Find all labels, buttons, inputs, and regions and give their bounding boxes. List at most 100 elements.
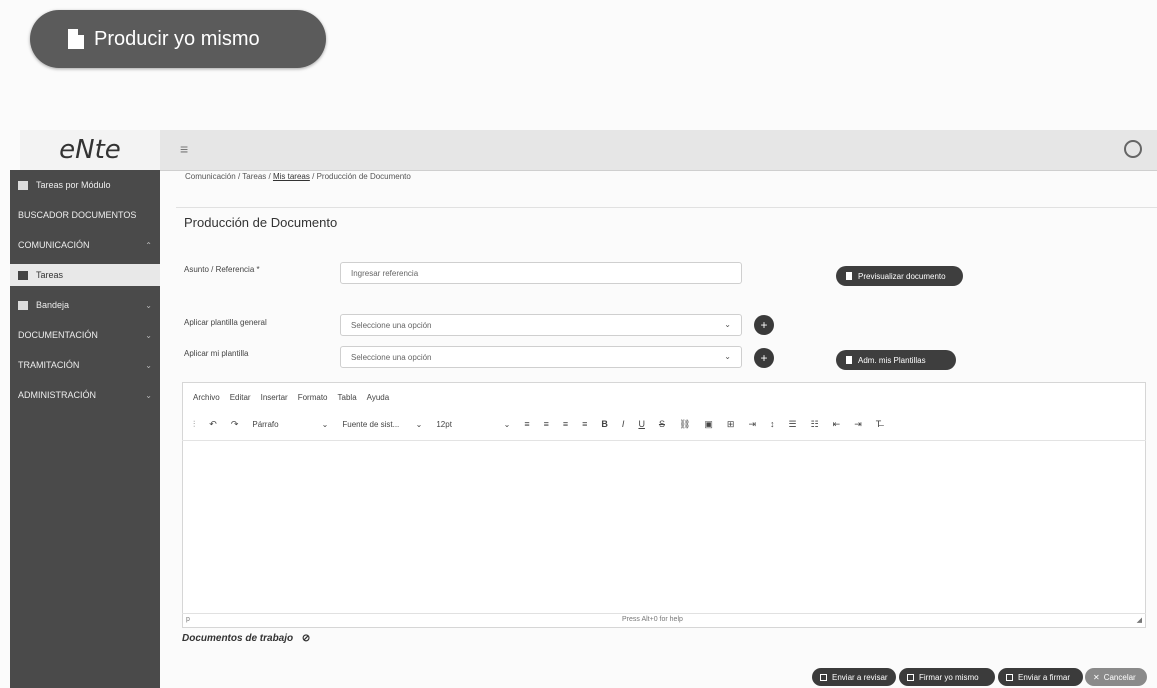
top-bar	[160, 130, 1157, 171]
breadcrumb-item[interactable]: Tareas	[242, 172, 266, 181]
share-icon	[1006, 673, 1013, 681]
divider	[176, 207, 1157, 208]
bullet-list-icon[interactable]: ☰	[789, 419, 797, 430]
preview-document-label: Previsualizar documento	[858, 271, 946, 281]
block-format-select[interactable]: Párrafo ⌄	[252, 420, 328, 429]
my-template-value: Seleccione una opción	[351, 353, 432, 362]
chevron-down-icon: ⌄	[145, 390, 152, 400]
menu-ayuda[interactable]: Ayuda	[367, 393, 390, 402]
page-title: Producción de Documento	[184, 215, 338, 230]
cancel-label: Cancelar	[1103, 672, 1136, 682]
chevron-down-icon: ⌄	[724, 352, 731, 361]
list-icon	[18, 180, 28, 190]
menu-archivo[interactable]: Archivo	[193, 393, 220, 402]
send-review-button[interactable]: Enviar a revisar	[812, 668, 896, 686]
underline-icon[interactable]: U	[638, 419, 645, 429]
indent-more-icon[interactable]: ⇥	[854, 419, 862, 430]
share-icon	[820, 673, 827, 681]
menu-toggle-icon[interactable]: ≡	[180, 141, 188, 157]
menu-editar[interactable]: Editar	[230, 393, 251, 402]
sidebar-item-tramitacion[interactable]: TRAMITACIÓN ⌄	[10, 354, 160, 376]
block-format-value: Párrafo	[252, 419, 279, 429]
menu-tabla[interactable]: Tabla	[338, 393, 357, 402]
strikethrough-icon[interactable]: S	[659, 419, 665, 429]
link-icon[interactable]: ⛓	[679, 419, 690, 430]
producir-yo-mismo-button[interactable]: Producir yo mismo	[30, 10, 326, 68]
sidebar-item-administracion[interactable]: ADMINISTRACIÓN ⌄	[10, 384, 160, 406]
document-icon	[846, 356, 852, 364]
cancel-button[interactable]: ✕ Cancelar	[1085, 668, 1147, 686]
manage-templates-button[interactable]: Adm. mis Plantillas	[836, 350, 956, 370]
align-justify-icon[interactable]: ≡	[582, 419, 587, 429]
sidebar-item-label: COMUNICACIÓN	[18, 240, 90, 250]
font-size-select[interactable]: 12pt ⌄	[436, 420, 510, 429]
sidebar-item-label: DOCUMENTACIÓN	[18, 330, 98, 340]
preview-document-button[interactable]: Previsualizar documento	[836, 266, 963, 286]
breadcrumb-item[interactable]: Mis tareas	[273, 172, 310, 181]
menu-insertar[interactable]: Insertar	[261, 393, 288, 402]
sign-myself-label: Firmar yo mismo	[919, 672, 979, 682]
image-icon[interactable]: ▣	[704, 419, 713, 430]
sidebar-item-label: Tareas por Módulo	[36, 180, 111, 190]
breadcrumb-sep: /	[268, 172, 271, 181]
send-review-label: Enviar a revisar	[832, 672, 888, 682]
sidebar-item-label: BUSCADOR DOCUMENTOS	[18, 210, 137, 220]
sidebar-item-documentacion[interactable]: DOCUMENTACIÓN ⌄	[10, 324, 160, 346]
undo-icon[interactable]: ↶	[209, 419, 217, 430]
resize-handle-icon[interactable]: ◢	[1137, 616, 1142, 624]
sign-myself-button[interactable]: Firmar yo mismo	[899, 668, 995, 686]
bold-icon[interactable]: B	[601, 419, 608, 429]
working-documents-label: Documentos de trabajo	[182, 633, 294, 644]
close-icon: ✕	[1093, 672, 1100, 682]
toolbar-divider	[182, 440, 1146, 441]
clear-format-icon[interactable]: T̶	[876, 419, 882, 429]
subject-label: Asunto / Referencia *	[184, 265, 260, 274]
my-template-select[interactable]: Seleccione una opción ⌄	[340, 346, 742, 368]
sidebar-item-buscador[interactable]: BUSCADOR DOCUMENTOS	[10, 204, 160, 226]
line-height-icon[interactable]: ↕	[770, 419, 775, 429]
sidebar: Tareas por Módulo BUSCADOR DOCUMENTOS CO…	[10, 170, 160, 688]
breadcrumb: Comunicación / Tareas / Mis tareas / Pro…	[185, 172, 411, 181]
sidebar-item-comunicacion[interactable]: COMUNICACIÓN ⌃	[10, 234, 160, 256]
align-right-icon[interactable]: ≡	[563, 419, 568, 429]
chevron-down-icon: ⌄	[145, 300, 152, 310]
outdent-icon[interactable]: ⇤	[833, 419, 841, 430]
add-general-template-button[interactable]: +	[754, 315, 774, 335]
chevron-up-icon: ⌃	[145, 240, 152, 250]
align-center-icon[interactable]: ≡	[544, 419, 549, 429]
table-icon[interactable]: ⊞	[727, 419, 735, 430]
element-path: p	[186, 616, 190, 623]
breadcrumb-current: Producción de Documento	[316, 172, 411, 181]
sidebar-item-tareas[interactable]: Tareas	[10, 264, 160, 286]
sidebar-item-label: Bandeja	[36, 300, 70, 310]
chevron-down-icon: ⌄	[145, 330, 152, 340]
attachment-icon[interactable]: ⊘	[302, 633, 310, 644]
sidebar-item-tareas-por-modulo[interactable]: Tareas por Módulo	[10, 174, 160, 196]
add-my-template-button[interactable]: +	[754, 348, 774, 368]
send-sign-button[interactable]: Enviar a firmar	[998, 668, 1083, 686]
align-left-icon[interactable]: ≡	[524, 419, 529, 429]
breadcrumb-sep: /	[312, 172, 315, 181]
user-sign-icon	[907, 673, 914, 681]
font-family-select[interactable]: Fuente de sist... ⌄	[342, 420, 422, 429]
producir-yo-mismo-label: Producir yo mismo	[94, 27, 260, 50]
italic-icon[interactable]: I	[622, 419, 625, 429]
editor-statusbar: p Press Alt+0 for help ◢	[182, 613, 1146, 628]
user-avatar-icon[interactable]	[1124, 140, 1142, 158]
numbered-list-icon[interactable]: ☷	[811, 419, 819, 430]
subject-input[interactable]: Ingresar referencia	[340, 262, 742, 284]
chevron-down-icon: ⌄	[724, 320, 731, 329]
indent-icon[interactable]: ⇥	[748, 419, 756, 430]
redo-icon[interactable]: ↷	[231, 419, 239, 430]
menu-formato[interactable]: Formato	[298, 393, 328, 402]
editor-toolbar: ⫶ ↶ ↷ Párrafo ⌄ Fuente de sist... ⌄ 12pt…	[193, 415, 895, 433]
font-size-value: 12pt	[436, 419, 452, 429]
chevron-down-icon: ⌄	[415, 419, 423, 429]
general-template-select[interactable]: Seleccione una opción ⌄	[340, 314, 742, 336]
manage-templates-label: Adm. mis Plantillas	[858, 355, 926, 365]
breadcrumb-item[interactable]: Comunicación	[185, 172, 236, 181]
general-template-label: Aplicar plantilla general	[184, 318, 267, 327]
sidebar-item-bandeja[interactable]: Bandeja ⌄	[10, 294, 160, 316]
paste-icon[interactable]: ⫶	[193, 419, 195, 430]
sidebar-item-label: ADMINISTRACIÓN	[18, 390, 97, 400]
